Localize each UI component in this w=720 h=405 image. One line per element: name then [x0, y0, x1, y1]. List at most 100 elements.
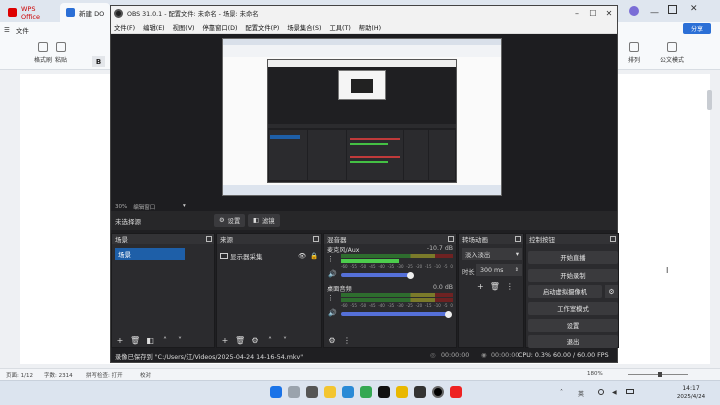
start-icon[interactable]	[270, 386, 282, 398]
speaker-icon[interactable]: 🔊	[328, 309, 337, 317]
add-icon[interactable]: +	[115, 336, 125, 345]
source-filters-button[interactable]: ◧ 滤镜	[248, 214, 280, 227]
close-icon[interactable]: ✕	[601, 6, 617, 21]
menu-profile[interactable]: 配置文件(P)	[245, 23, 279, 32]
preview-canvas[interactable]	[222, 38, 502, 196]
wps-file-menu[interactable]: 文件	[16, 25, 29, 35]
task-view-icon[interactable]	[306, 386, 318, 398]
volume-slider[interactable]	[341, 310, 452, 318]
trash-icon[interactable]: 🗑	[130, 336, 140, 345]
add-icon[interactable]: +	[220, 336, 230, 345]
chevron-up-icon[interactable]: ˄	[160, 336, 170, 345]
proofread[interactable]: 校对	[140, 371, 151, 379]
menu-view[interactable]: 视图(V)	[173, 23, 195, 32]
clock-time[interactable]: 14:17	[678, 385, 704, 392]
search-icon[interactable]	[288, 386, 300, 398]
volume-icon[interactable]: ◀	[612, 389, 617, 396]
minimize-icon[interactable]: –	[569, 6, 585, 21]
filter-icon[interactable]: ◧	[145, 336, 155, 345]
menu-tools[interactable]: 工具(T)	[329, 23, 350, 32]
source-settings-button[interactable]: ⚙ 设置	[214, 214, 246, 227]
spell-check[interactable]: 拼写检查: 打开	[86, 371, 123, 379]
file-explorer-icon[interactable]	[324, 386, 336, 398]
wps-doc-tab[interactable]: 新建 DOCX 文	[60, 3, 110, 22]
maximize-icon[interactable]: ☐	[585, 6, 601, 21]
zoom-value[interactable]: 30%	[115, 204, 127, 210]
official-mode-button[interactable]: 公文模式	[660, 42, 684, 64]
settings-button[interactable]: 设置	[528, 319, 618, 332]
popout-icon[interactable]	[515, 236, 521, 242]
speaker-icon[interactable]: 🔊	[328, 270, 337, 278]
wps-home-tab[interactable]: WPS Office	[2, 3, 58, 22]
chevron-down-icon: ▾	[515, 250, 519, 258]
start-recording-button[interactable]: 开始录制	[528, 269, 618, 282]
network-icon[interactable]	[598, 389, 604, 395]
popout-icon[interactable]	[610, 236, 616, 242]
wps-taskbar-icon[interactable]	[450, 386, 462, 398]
chevron-down-icon[interactable]: ▾	[183, 203, 186, 209]
paste-icon	[56, 42, 66, 52]
app-icon[interactable]	[396, 386, 408, 398]
kebab-menu-icon[interactable]: ⋮	[342, 336, 352, 345]
page-indicator[interactable]: 页面: 1/12	[6, 371, 33, 379]
exit-button[interactable]: 退出	[528, 335, 618, 348]
menu-scene-collection[interactable]: 场景集合(S)	[287, 23, 321, 32]
menu-edit[interactable]: 编辑(E)	[143, 23, 165, 32]
popout-icon[interactable]	[448, 236, 454, 242]
trash-icon[interactable]: 🗑	[490, 282, 500, 291]
zoom-level[interactable]: 180%	[587, 371, 603, 377]
menu-docks[interactable]: 停靠窗口(D)	[202, 23, 237, 32]
volume-slider[interactable]	[341, 271, 414, 279]
preview-area[interactable]	[111, 34, 617, 202]
gear-icon[interactable]: ⚙	[250, 336, 260, 345]
scene-item[interactable]: 场景	[115, 248, 185, 260]
volume-slider-knob[interactable]	[445, 310, 452, 318]
word-count[interactable]: 字数: 2314	[44, 371, 73, 379]
close-icon[interactable]: ✕	[690, 4, 698, 14]
chrome-icon[interactable]	[360, 386, 372, 398]
popout-icon[interactable]	[206, 236, 212, 242]
share-button[interactable]: 分享	[683, 23, 711, 34]
kebab-menu-icon[interactable]: ⋮	[327, 255, 334, 263]
virtual-camera-settings-icon[interactable]: ⚙	[605, 285, 618, 298]
kebab-menu-icon[interactable]: ⋮	[506, 282, 514, 291]
kebab-menu-icon[interactable]: ⋮	[327, 294, 334, 302]
minimize-icon[interactable]: —	[650, 8, 659, 18]
arrange-button[interactable]: 排列	[628, 42, 640, 64]
transition-select[interactable]: 淡入淡出 ▾	[462, 248, 522, 260]
chevron-up-icon[interactable]: ˄	[265, 336, 275, 345]
menu-file[interactable]: 文件(F)	[114, 23, 135, 32]
user-avatar[interactable]	[629, 6, 639, 16]
eye-icon[interactable]: 👁	[298, 252, 306, 260]
menu-icon[interactable]: ☰	[4, 26, 10, 34]
scrollbar[interactable]	[707, 90, 712, 110]
start-streaming-button[interactable]: 开始直播	[528, 251, 618, 264]
ime-indicator[interactable]: 英	[578, 389, 584, 398]
menu-help[interactable]: 帮助(H)	[359, 23, 381, 32]
studio-mode-button[interactable]: 工作室模式	[528, 302, 618, 315]
source-item[interactable]: 显示器采集 👁 🔒	[220, 250, 320, 262]
format-painter-button[interactable]: 格式刷	[34, 42, 52, 64]
chevron-down-icon[interactable]: ˅	[280, 336, 290, 345]
volume-slider-knob[interactable]	[407, 271, 414, 279]
app-icon[interactable]	[414, 386, 426, 398]
edge-icon[interactable]	[342, 386, 354, 398]
zoom-slider-thumb[interactable]	[658, 372, 662, 377]
maximize-icon[interactable]	[668, 5, 677, 14]
app-icon[interactable]	[378, 386, 390, 398]
add-icon[interactable]: +	[477, 282, 484, 291]
gear-icon[interactable]: ⚙	[327, 336, 337, 345]
duration-input[interactable]: 300 ms ⇕	[476, 264, 522, 276]
spinner-icon[interactable]: ⇕	[515, 267, 519, 273]
bold-button[interactable]: B	[92, 56, 105, 67]
tray-up-icon[interactable]: ˄	[560, 389, 563, 396]
popout-icon[interactable]	[313, 236, 319, 242]
chevron-down-icon[interactable]: ˅	[175, 336, 185, 345]
battery-icon[interactable]	[626, 389, 634, 394]
start-virtual-camera-button[interactable]: 启动虚拟摄像机	[528, 285, 602, 298]
paste-button[interactable]: 粘贴	[55, 42, 67, 64]
obs-taskbar-icon[interactable]	[432, 386, 444, 398]
lock-icon[interactable]: 🔒	[310, 252, 318, 260]
clock-date[interactable]: 2025/4/24	[674, 394, 708, 400]
trash-icon[interactable]: 🗑	[235, 336, 245, 345]
